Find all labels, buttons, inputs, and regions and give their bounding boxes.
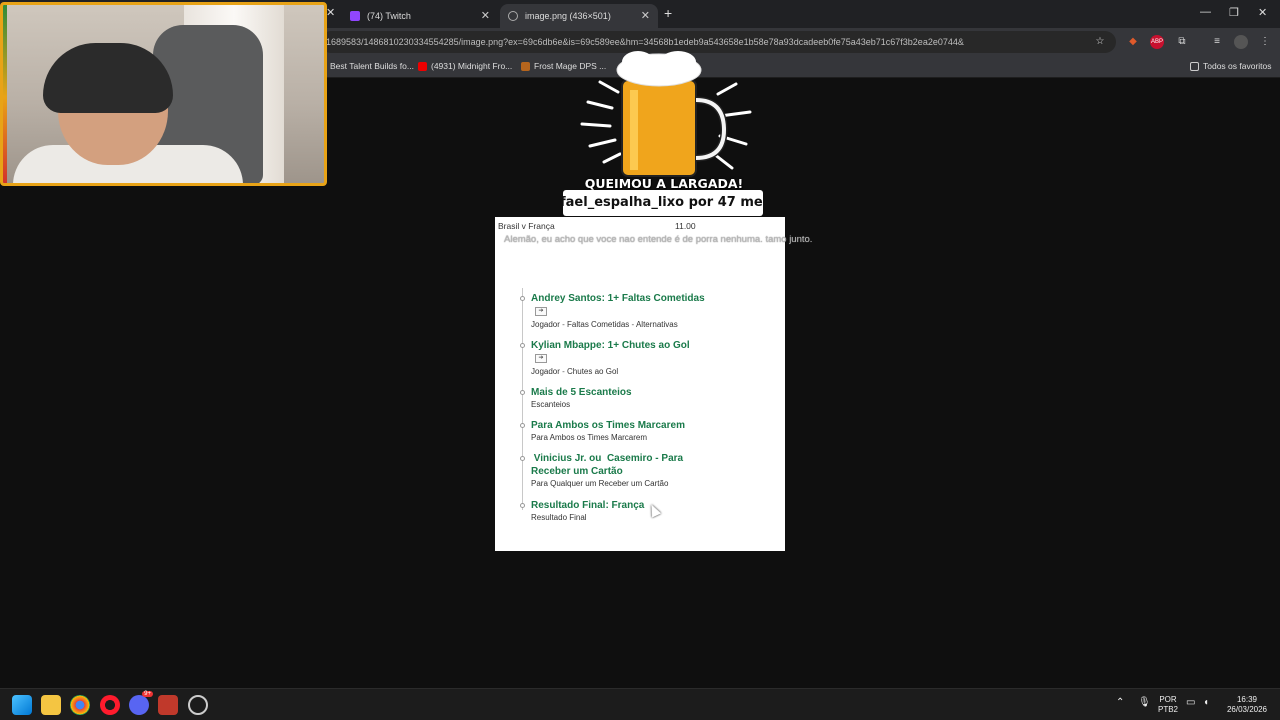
flag-stripe: [3, 5, 7, 183]
selection-title: Para Ambos os Times Marcarem: [531, 420, 685, 431]
windows-start-icon[interactable]: [12, 695, 32, 715]
timeline-dot: [520, 503, 525, 508]
close-icon[interactable]: ✕: [641, 9, 650, 22]
beer-alert-icon: [580, 51, 752, 177]
all-bookmarks[interactable]: Todos os favoritos: [1190, 61, 1272, 71]
bookmark-item[interactable]: Best Talent Builds fo...: [330, 61, 414, 71]
chat-message: Alemão, eu acho que voce nao entende é d…: [504, 234, 813, 245]
twitch-icon: [350, 11, 360, 21]
tab-close-icon[interactable]: ✕: [326, 6, 335, 19]
restore-button[interactable]: ❐: [1229, 6, 1239, 19]
selection-title: Mais de 5 Escanteios: [531, 387, 632, 398]
timeline-line: [522, 288, 523, 510]
language-indicator[interactable]: POR PTB2: [1156, 695, 1180, 715]
bet-selection: Resultado Final: França Resultado Final: [520, 499, 731, 524]
selection-title: Andrey Santos: 1+ Faltas Cometidas: [531, 293, 705, 304]
bet-selection: Para Ambos os Times Marcarem Para Ambos …: [520, 419, 731, 444]
bet-selection: Mais de 5 Escanteios Escanteios: [520, 386, 731, 411]
menu-kebab-icon[interactable]: ⋮: [1258, 35, 1272, 49]
network-icon[interactable]: ▭: [1186, 698, 1195, 708]
timeline-dot: [520, 456, 525, 461]
bookmark-item[interactable]: (4931) Midnight Fro...: [418, 61, 512, 71]
close-icon[interactable]: ✕: [481, 9, 490, 22]
avatar[interactable]: [1234, 35, 1248, 49]
clock[interactable]: 16:39 26/03/2026: [1222, 695, 1272, 715]
microphone-icon[interactable]: 🎙: [1138, 698, 1151, 708]
chevron-up-icon[interactable]: ⌃: [1116, 698, 1124, 708]
odds-value: 11.00: [675, 221, 696, 231]
youtube-icon: [418, 61, 427, 71]
selection-subtitle: Escanteios: [531, 400, 571, 409]
wow-icon: [521, 61, 530, 71]
selection-subtitle: Jogador - Chutes ao Gol: [531, 367, 619, 376]
selection-subtitle: Jogador - Faltas Cometidas - Alternativa…: [531, 320, 678, 329]
obs-icon[interactable]: [188, 695, 208, 715]
discord-icon[interactable]: 9+: [129, 691, 153, 715]
timeline-dot: [520, 343, 525, 348]
minimize-button[interactable]: —: [1200, 6, 1211, 18]
taskbar: 9+ ⌃ 🎙 POR PTB2 ▭ ◖ 16:39 26/03/2026: [0, 688, 1280, 720]
adblock-icon[interactable]: ABP: [1150, 35, 1164, 49]
folder-icon: [1190, 61, 1199, 71]
selection-subtitle: Resultado Final: [531, 513, 587, 522]
bet-builder-icon: ➔: [535, 354, 547, 363]
timeline-dot: [520, 423, 525, 428]
match-title: Brasil v França: [498, 221, 555, 231]
notification-badge: 9+: [142, 691, 153, 697]
tab-twitch[interactable]: (74) Twitch ✕: [342, 4, 498, 28]
new-tab-button[interactable]: +: [664, 5, 672, 21]
extensions-puzzle-icon[interactable]: ⧉: [1175, 35, 1189, 49]
bet-builder-icon: ➔: [535, 307, 547, 316]
tab-label: image.png (436×501): [525, 11, 611, 21]
opera-icon[interactable]: [100, 695, 120, 715]
chrome-icon[interactable]: [70, 695, 90, 715]
file-explorer-icon[interactable]: [41, 695, 61, 715]
close-window-button[interactable]: ✕: [1258, 6, 1267, 19]
bet-selection: Kylian Mbappe: 1+ Chutes ao Gol ➔ Jogado…: [520, 339, 731, 378]
timeline-dot: [520, 390, 525, 395]
timeline-dot: [520, 296, 525, 301]
selection-title: Resultado Final: França: [531, 500, 645, 511]
volume-icon[interactable]: ◖: [1203, 698, 1209, 708]
bet-selection: Vinicius Jr. ou Casemiro - Para Receber …: [520, 452, 701, 490]
media-control-icon[interactable]: ≡: [1210, 35, 1224, 49]
voicemeeter-icon[interactable]: [158, 695, 178, 715]
globe-icon: [508, 11, 518, 21]
tab-label: (74) Twitch: [367, 11, 411, 21]
sub-alert-banner: fael_espalha_lixo por 47 meses: [563, 190, 763, 216]
extension-icon[interactable]: ◆: [1126, 35, 1140, 49]
selection-title: Vinicius Jr. ou Casemiro - Para Receber …: [531, 453, 686, 477]
sub-alert-text: fael_espalha_lixo por 47 meses: [563, 195, 763, 210]
bookmark-star-icon[interactable]: ☆: [1093, 35, 1107, 49]
bet-selection: Andrey Santos: 1+ Faltas Cometidas ➔ Jog…: [520, 292, 731, 331]
tab-image[interactable]: image.png (436×501) ✕: [500, 4, 658, 28]
alert-title: QUEIMOU A LARGADA!: [584, 176, 744, 191]
selection-subtitle: Para Ambos os Times Marcarem: [531, 433, 648, 442]
url-text: 1689583/1486810230334554285/image.png?ex…: [326, 37, 964, 47]
webcam-overlay: [0, 2, 327, 186]
selection-title: Kylian Mbappe: 1+ Chutes ao Gol: [531, 340, 690, 351]
selection-subtitle: Para Qualquer um Receber um Cartão: [531, 479, 669, 488]
